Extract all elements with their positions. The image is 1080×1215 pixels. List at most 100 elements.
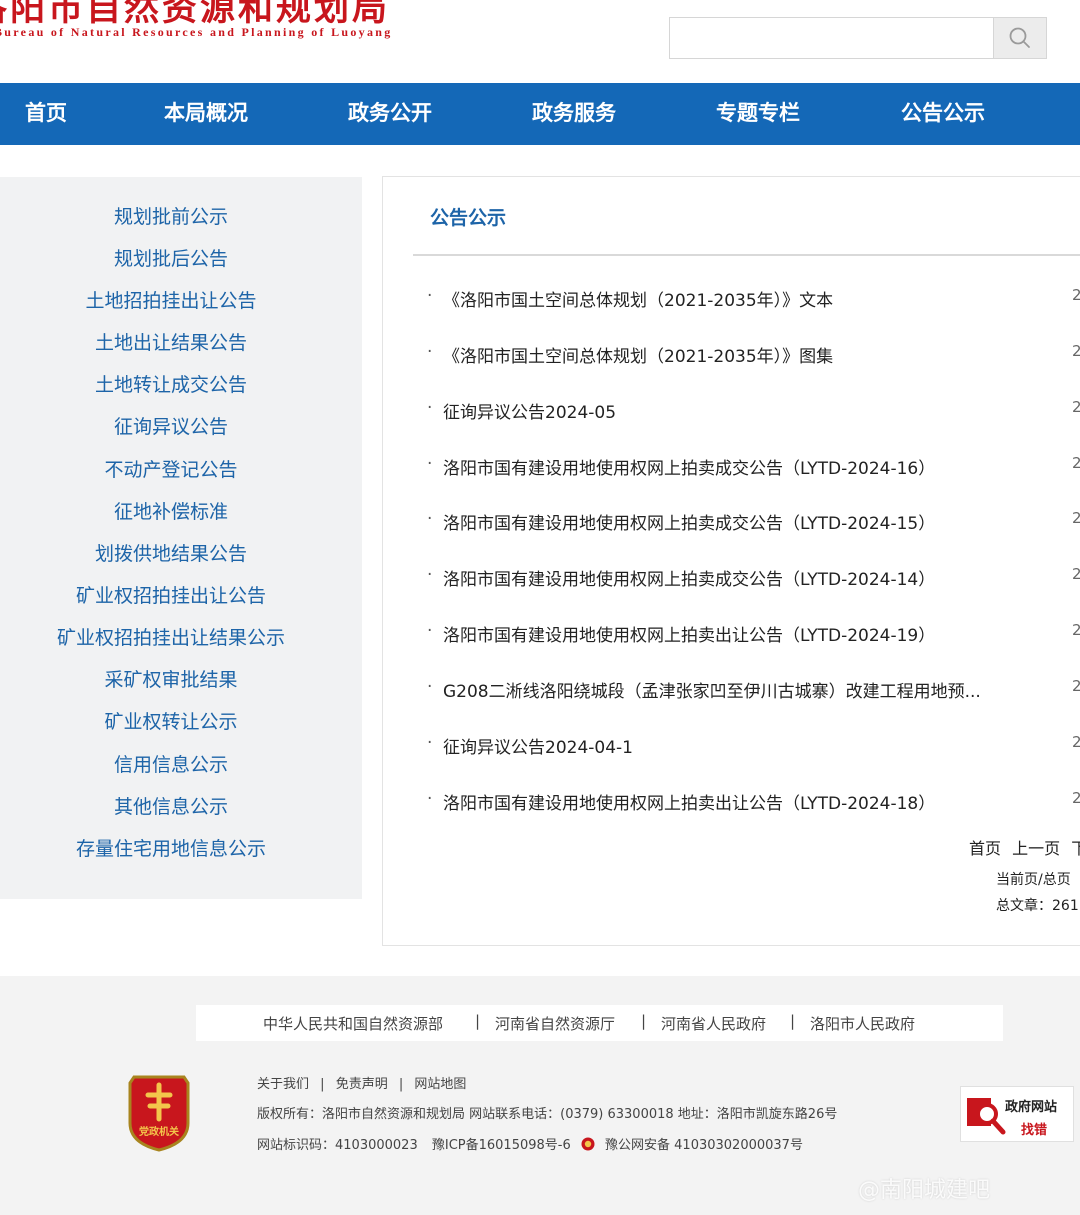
search-icon [1009, 27, 1030, 48]
list-item-title[interactable]: 洛阳市国有建设用地使用权网上拍卖出让公告（LYTD-2024-18） [443, 789, 935, 814]
footer-nav-links: 关于我们 | 免责声明 | 网站地图 [257, 1073, 466, 1092]
bullet: · [427, 789, 433, 809]
nav-item-announcements[interactable]: 公告公示 [901, 83, 985, 145]
list-item[interactable]: · G208二淅线洛阳绕城段（孟津张家凹至伊川古城寨）改建工程用地预... 2 [427, 677, 1080, 707]
list-item-date: 2 [1072, 789, 1080, 807]
announcement-panel: 公告公示 · 《洛阳市国土空间总体规划（2021-2035年）》文本 2 · 《… [382, 176, 1080, 946]
header: 洛阳市自然资源和规划局 Bureau of Natural Resources … [0, 0, 1080, 83]
list-item[interactable]: · 《洛阳市国土空间总体规划（2021-2035年）》图集 2 [427, 342, 1080, 372]
footer-link-province-gov[interactable]: 河南省人民政府 [661, 1013, 766, 1034]
list-item[interactable]: · 洛阳市国有建设用地使用权网上拍卖出让公告（LYTD-2024-18） 2 [427, 789, 1080, 819]
nav-item-topics[interactable]: 专题专栏 [716, 83, 800, 145]
search-input[interactable] [670, 18, 994, 58]
separator: | [320, 1077, 325, 1092]
magnifier-error-icon [967, 1098, 1006, 1135]
panel-title: 公告公示 [430, 207, 507, 229]
bullet: · [427, 621, 433, 641]
list-item-title[interactable]: 洛阳市国有建设用地使用权网上拍卖成交公告（LYTD-2024-15） [443, 509, 935, 534]
sidebar-item-allocation[interactable]: 划拨供地结果公告 [0, 539, 342, 566]
sidebar-item-mining-transfer[interactable]: 矿业权转让公示 [0, 707, 342, 734]
list-item[interactable]: · 洛阳市国有建设用地使用权网上拍卖成交公告（LYTD-2024-15） 2 [427, 509, 1080, 539]
nav-item-home[interactable]: 首页 [25, 83, 67, 145]
pager-current-page: 当前页/总页 [996, 872, 1071, 888]
list-item-title[interactable]: 《洛阳市国土空间总体规划（2021-2035年）》文本 [443, 286, 833, 311]
gov-site-error-report[interactable]: 政府网站 找错 [960, 1086, 1074, 1142]
separator: | [641, 1012, 647, 1030]
bullet: · [427, 454, 433, 474]
party-government-badge-icon[interactable]: 党政机关 [126, 1073, 192, 1152]
bullet: · [427, 398, 433, 418]
list-item-title[interactable]: 《洛阳市国土空间总体规划（2021-2035年）》图集 [443, 342, 833, 367]
sidebar: 规划批前公示 规划批后公告 土地招拍挂出让公告 土地出让结果公告 土地转让成交公… [0, 177, 362, 899]
sidebar-item-land-auction[interactable]: 土地招拍挂出让公告 [0, 286, 342, 313]
list-item-title[interactable]: 洛阳市国有建设用地使用权网上拍卖成交公告（LYTD-2024-14） [443, 565, 935, 590]
footer-copyright: 版权所有：洛阳市自然资源和规划局 网站联系电话：(0379) 63300018 … [257, 1107, 838, 1122]
list-item-date: 2 [1072, 398, 1080, 416]
list-item-date: 2 [1072, 286, 1080, 304]
footer-disclaimer-link[interactable]: 免责声明 [336, 1077, 388, 1092]
sidebar-item-credit[interactable]: 信用信息公示 [0, 750, 342, 777]
list-item-date: 2 [1072, 342, 1080, 360]
pager-first[interactable]: 首页 [969, 839, 1001, 858]
sidebar-item-mining-approval[interactable]: 采矿权审批结果 [0, 665, 342, 692]
party-badge-text: 党政机关 [139, 1125, 179, 1138]
pagination: 首页 上一页 下一 [969, 835, 1080, 859]
list-item[interactable]: · 洛阳市国有建设用地使用权网上拍卖成交公告（LYTD-2024-16） 2 [427, 454, 1080, 484]
nav-item-about[interactable]: 本局概况 [164, 83, 248, 145]
search-box [669, 17, 1047, 59]
list-item-title[interactable]: 洛阳市国有建设用地使用权网上拍卖出让公告（LYTD-2024-19） [443, 621, 935, 646]
footer-registration: 网站标识码：4103000023 豫ICP备16015098号-6 豫公网安备 … [257, 1134, 803, 1153]
nav-item-services[interactable]: 政务服务 [532, 83, 616, 145]
main-nav: 首页 本局概况 政务公开 政务服务 专题专栏 公告公示 [0, 83, 1080, 145]
sidebar-item-land-transfer[interactable]: 土地转让成交公告 [0, 370, 342, 397]
footer-sitemap-link[interactable]: 网站地图 [414, 1077, 466, 1092]
sidebar-item-mining-auction[interactable]: 矿业权招拍挂出让公告 [0, 581, 342, 608]
pager-prev[interactable]: 上一页 [1012, 839, 1060, 858]
page: 洛阳市自然资源和规划局 Bureau of Natural Resources … [0, 0, 1080, 1215]
list-item-title[interactable]: G208二淅线洛阳绕城段（孟津张家凹至伊川古城寨）改建工程用地预... [443, 677, 981, 702]
police-emblem-icon [581, 1137, 595, 1151]
sidebar-item-other[interactable]: 其他信息公示 [0, 792, 342, 819]
sidebar-item-residential-land[interactable]: 存量住宅用地信息公示 [0, 834, 342, 861]
nav-item-government-affairs[interactable]: 政务公开 [348, 83, 432, 145]
list-item-date: 2 [1072, 509, 1080, 527]
bullet: · [427, 286, 433, 306]
sidebar-item-land-result[interactable]: 土地出让结果公告 [0, 328, 342, 355]
related-links-bar: 中华人民共和国自然资源部 | 河南省自然资源厅 | 河南省人民政府 | 洛阳市人… [196, 1005, 1003, 1041]
pager-next[interactable]: 下一 [1071, 839, 1080, 858]
sidebar-item-objection[interactable]: 征询异议公告 [0, 412, 342, 439]
list-item-date: 2 [1072, 454, 1080, 472]
sidebar-item-pre-approval[interactable]: 规划批前公示 [0, 202, 342, 229]
footer-link-city-gov[interactable]: 洛阳市人民政府 [810, 1013, 915, 1034]
sidebar-item-real-estate[interactable]: 不动产登记公告 [0, 455, 342, 482]
bullet: · [427, 509, 433, 529]
separator: | [475, 1012, 481, 1030]
list-item-date: 2 [1072, 677, 1080, 695]
list-item-title[interactable]: 洛阳市国有建设用地使用权网上拍卖成交公告（LYTD-2024-16） [443, 454, 935, 479]
pager-total-articles: 总文章：261 [996, 898, 1079, 914]
footer-about-link[interactable]: 关于我们 [257, 1077, 309, 1092]
list-item[interactable]: · 洛阳市国有建设用地使用权网上拍卖成交公告（LYTD-2024-14） 2 [427, 565, 1080, 595]
site-subtitle: Bureau of Natural Resources and Planning… [0, 25, 393, 39]
list-item[interactable]: · 《洛阳市国土空间总体规划（2021-2035年）》文本 2 [427, 286, 1080, 316]
police-record-link[interactable]: 豫公网安备 41030302000037号 [605, 1138, 803, 1153]
sidebar-item-mining-result[interactable]: 矿业权招拍挂出让结果公示 [0, 623, 342, 650]
list-item[interactable]: · 征询异议公告2024-05 2 [427, 398, 1080, 428]
watermark: @南阳城建吧 [858, 1178, 991, 1203]
sidebar-item-post-approval[interactable]: 规划批后公告 [0, 244, 342, 271]
list-item[interactable]: · 征询异议公告2024-04-1 2 [427, 733, 1080, 763]
list-item-title[interactable]: 征询异议公告2024-05 [443, 398, 616, 423]
list-item[interactable]: · 洛阳市国有建设用地使用权网上拍卖出让公告（LYTD-2024-19） 2 [427, 621, 1080, 651]
icp-link[interactable]: 豫ICP备16015098号-6 [432, 1138, 571, 1153]
bullet: · [427, 733, 433, 753]
site-id: 网站标识码：4103000023 [257, 1138, 418, 1153]
bullet: · [427, 565, 433, 585]
search-button[interactable] [993, 18, 1046, 58]
footer-link-province-dept[interactable]: 河南省自然资源厅 [495, 1013, 615, 1034]
bullet: · [427, 342, 433, 362]
separator: | [398, 1077, 404, 1092]
list-item-title[interactable]: 征询异议公告2024-04-1 [443, 733, 633, 758]
title-divider [413, 254, 1080, 256]
footer-link-ministry[interactable]: 中华人民共和国自然资源部 [263, 1013, 443, 1034]
sidebar-item-compensation[interactable]: 征地补偿标准 [0, 497, 342, 524]
